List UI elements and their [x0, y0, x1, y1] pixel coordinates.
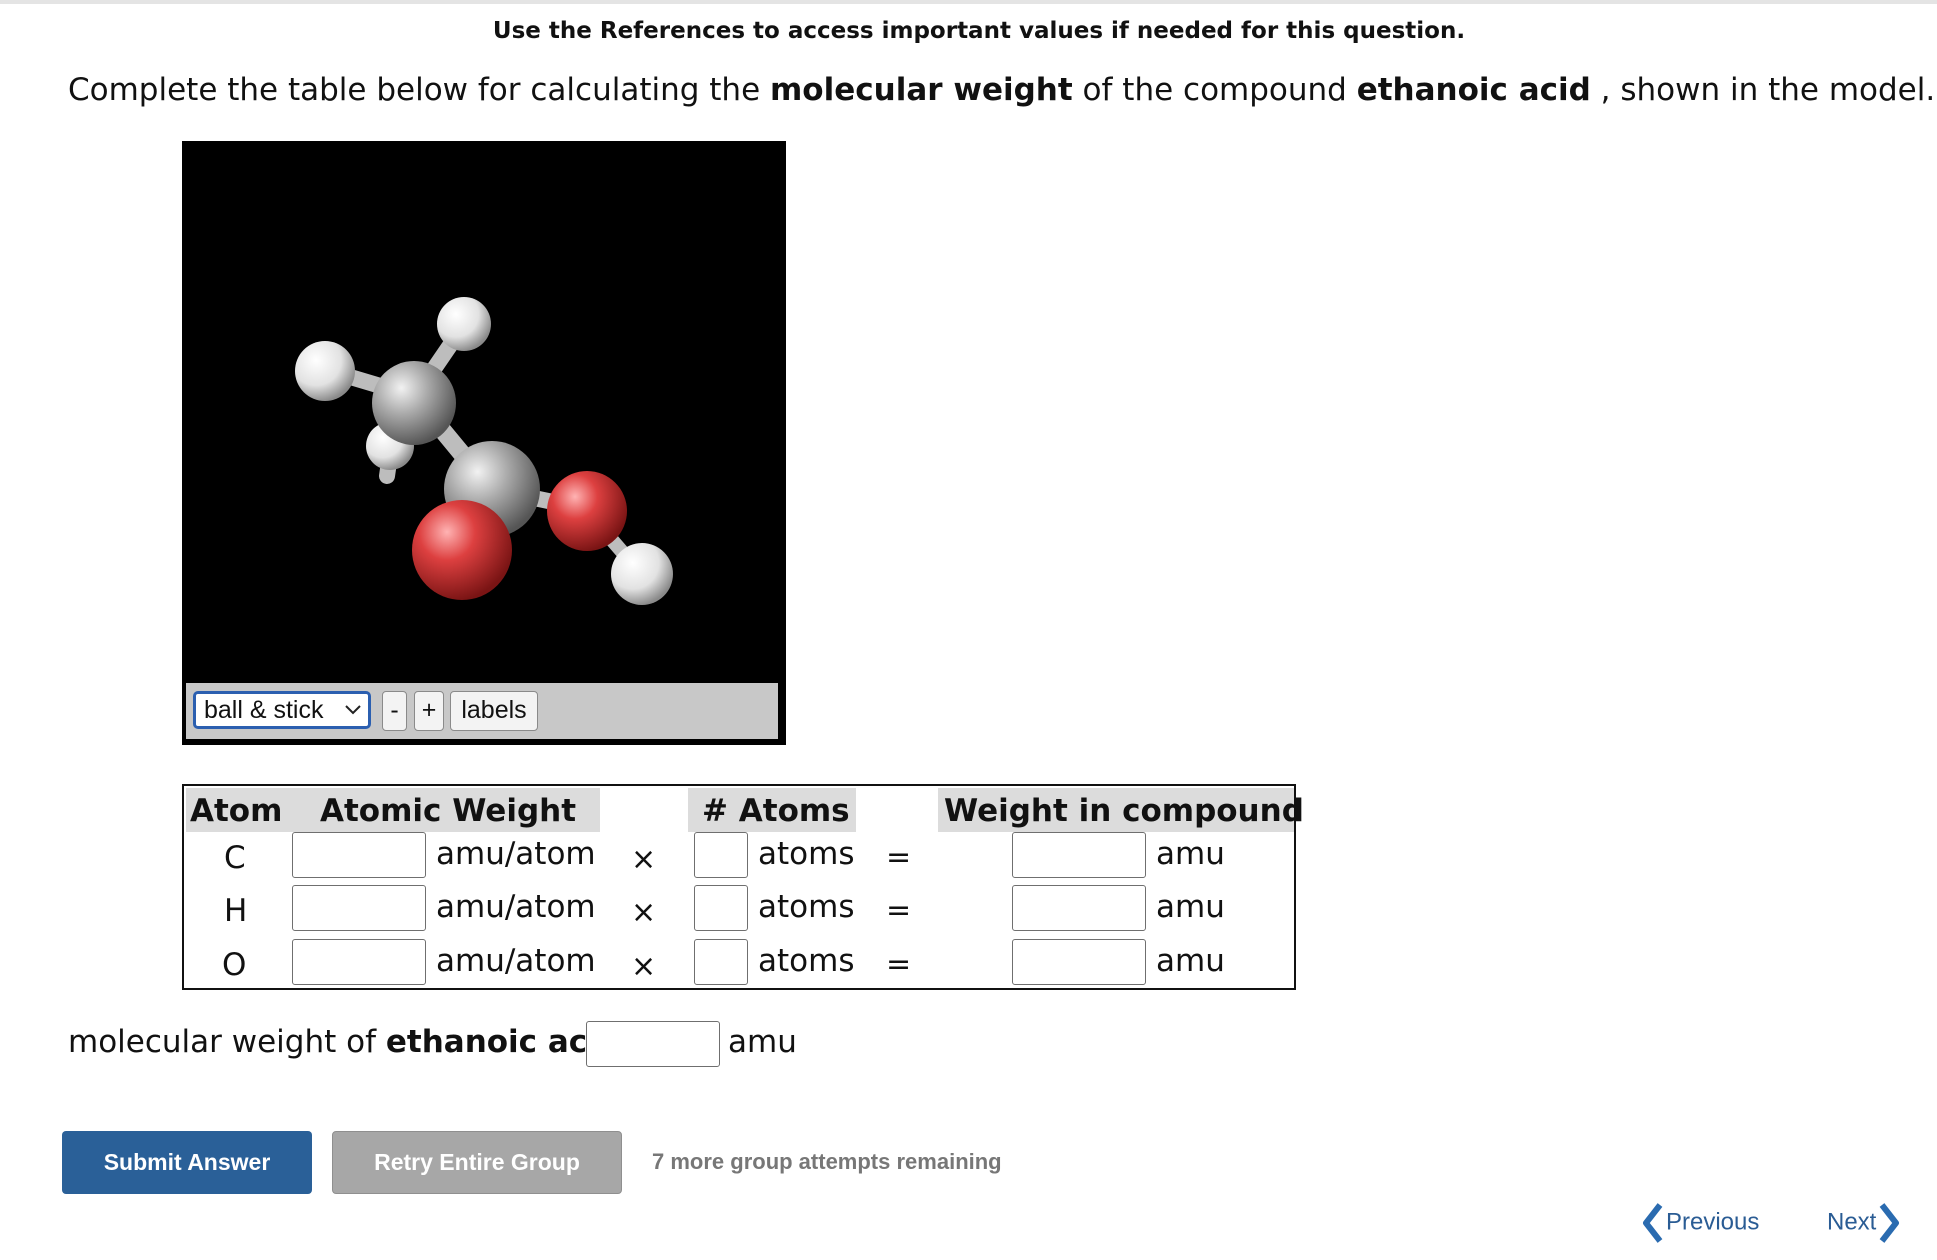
prompt-bold-molecular-weight: molecular weight — [770, 72, 1073, 108]
hydrogen-atom-1 — [437, 297, 491, 351]
atomic-weight-input-h[interactable] — [292, 885, 426, 931]
references-note: Use the References to access important v… — [492, 18, 1466, 44]
next-label: Next — [1827, 1208, 1877, 1236]
times-sign: × — [631, 895, 657, 930]
molecule-viewer[interactable]: ball & stick - + labels — [182, 141, 786, 745]
viewer-controls: ball & stick - + labels — [186, 683, 778, 739]
retry-entire-group-button[interactable]: Retry Entire Group — [332, 1131, 622, 1194]
hydrogen-atom-2 — [295, 341, 355, 401]
submit-answer-button[interactable]: Submit Answer — [62, 1131, 312, 1194]
carbon-atom-methyl — [372, 361, 456, 445]
prompt-text-2: of the compound — [1072, 72, 1357, 108]
atoms-count-input-o[interactable] — [694, 939, 748, 985]
top-divider — [0, 0, 1937, 4]
molecular-weight-input[interactable] — [586, 1021, 720, 1067]
atoms-unit: atoms — [758, 836, 855, 872]
molecule-model[interactable] — [182, 141, 786, 681]
atoms-count-input-h[interactable] — [694, 885, 748, 931]
atoms-count-input-c[interactable] — [694, 832, 748, 878]
chevron-left-icon — [1640, 1203, 1666, 1243]
header-atom: Atom — [190, 793, 283, 829]
molecular-weight-label: molecular weight of ethanoic acid = — [68, 1024, 656, 1060]
prompt-text-3: , shown in the model. — [1590, 72, 1936, 108]
atomic-weight-unit: amu/atom — [436, 889, 596, 925]
weight-in-compound-input-c[interactable] — [1012, 832, 1146, 878]
weight-unit: amu — [1156, 889, 1225, 925]
atomic-weight-input-c[interactable] — [292, 832, 426, 878]
chevron-right-icon — [1876, 1203, 1902, 1243]
next-link[interactable]: Next — [1827, 1202, 1902, 1244]
labels-button[interactable]: labels — [450, 691, 538, 731]
prompt-bold-compound: ethanoic acid — [1356, 72, 1591, 108]
molecular-weight-unit: amu — [728, 1024, 797, 1060]
weight-in-compound-input-o[interactable] — [1012, 939, 1146, 985]
atom-symbol: C — [224, 840, 246, 876]
mw-label-text: molecular weight of — [68, 1024, 386, 1060]
calculation-table: Atom Atomic Weight # Atoms Weight in com… — [182, 784, 1304, 990]
zoom-out-button[interactable]: - — [382, 691, 407, 731]
zoom-in-button[interactable]: + — [414, 691, 444, 731]
equals-sign: = — [886, 840, 912, 875]
equals-sign: = — [886, 947, 912, 982]
header-weight-in-compound: Weight in compound — [938, 788, 1304, 832]
prompt-text-1: Complete the table below for calculating… — [68, 72, 770, 108]
times-sign: × — [631, 949, 657, 984]
model-style-select[interactable]: ball & stick — [193, 691, 371, 729]
equals-sign: = — [886, 893, 912, 928]
atomic-weight-unit: amu/atom — [436, 836, 596, 872]
atom-symbol: H — [224, 893, 248, 929]
previous-label: Previous — [1666, 1208, 1760, 1236]
header-num-atoms: # Atoms — [688, 788, 856, 832]
atom-symbol: O — [222, 947, 247, 983]
weight-unit: amu — [1156, 943, 1225, 979]
attempts-remaining-text: 7 more group attempts remaining — [652, 1149, 1002, 1174]
mw-label-compound: ethanoic acid — [385, 1024, 620, 1060]
times-sign: × — [631, 842, 657, 877]
previous-link[interactable]: Previous — [1640, 1202, 1759, 1244]
atoms-unit: atoms — [758, 943, 855, 979]
atoms-unit: atoms — [758, 889, 855, 925]
hydrogen-atom-hydroxyl — [611, 543, 673, 605]
atomic-weight-input-o[interactable] — [292, 939, 426, 985]
oxygen-atom-carbonyl — [412, 500, 512, 600]
chevron-down-icon — [344, 694, 362, 736]
atomic-weight-unit: amu/atom — [436, 943, 596, 979]
model-style-value: ball & stick — [204, 696, 324, 724]
header-atomic-weight: Atomic Weight — [320, 793, 577, 829]
question-prompt: Complete the table below for calculating… — [68, 72, 1935, 108]
oxygen-atom-hydroxyl — [547, 471, 627, 551]
weight-unit: amu — [1156, 836, 1225, 872]
weight-in-compound-input-h[interactable] — [1012, 885, 1146, 931]
